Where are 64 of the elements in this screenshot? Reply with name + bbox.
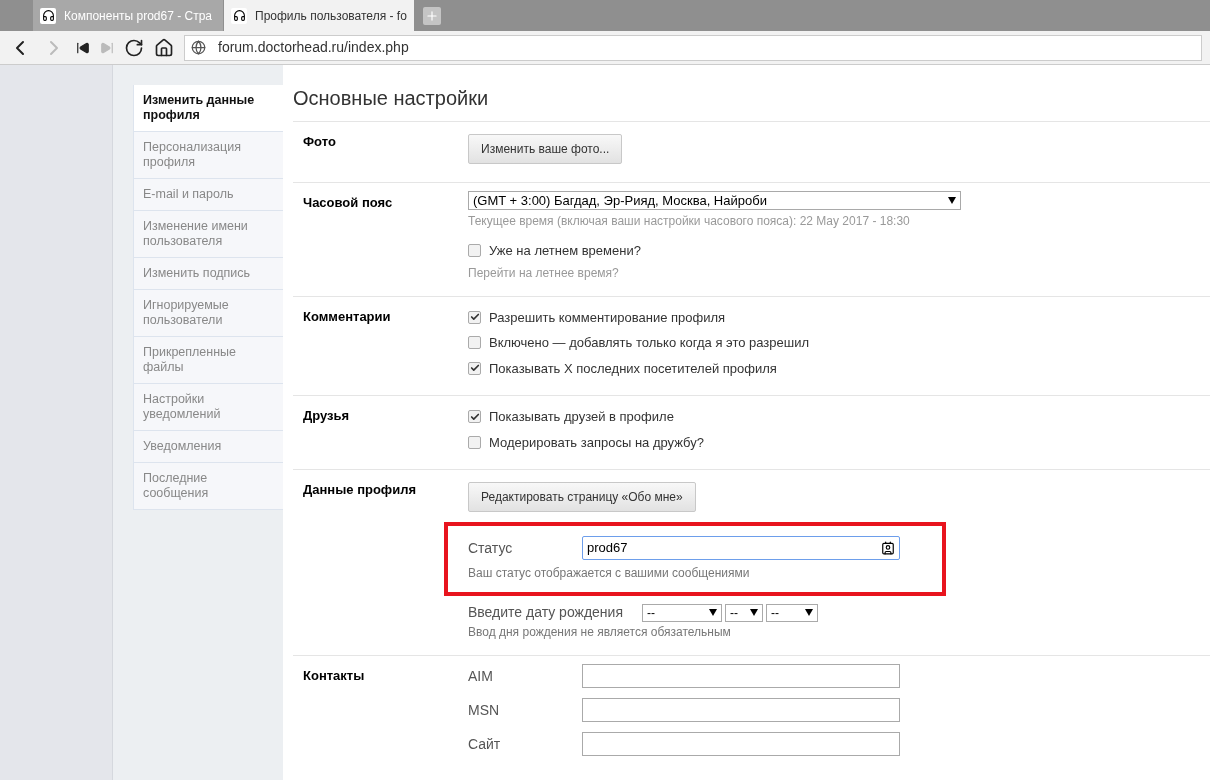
date-select[interactable]: -- bbox=[766, 603, 818, 622]
action-button[interactable]: Изменить ваше фото... bbox=[468, 134, 623, 164]
caret-icon bbox=[948, 197, 956, 204]
hint-text: Ввод дня рождения не является обязательным bbox=[468, 624, 732, 641]
reload-icon[interactable] bbox=[124, 37, 144, 58]
sidebar-item[interactable]: Изменение имени пользователя bbox=[134, 211, 283, 258]
field-label: AIM bbox=[468, 666, 494, 686]
sidebar-item[interactable]: Настройки уведомлений bbox=[134, 384, 283, 431]
sidebar-item[interactable]: Прикрепленные файлы bbox=[134, 337, 283, 384]
text-field[interactable] bbox=[582, 732, 900, 756]
checkbox-label: Разрешить комментирование профиля bbox=[489, 308, 726, 327]
timezone-select[interactable]: (GMT + 3:00) Багдад, Эр-Рияд, Москва, Найроби bbox=[468, 191, 961, 210]
sidebar-item[interactable]: Изменить подпись bbox=[134, 258, 283, 290]
page-title: Основные настройки bbox=[293, 83, 1210, 122]
sidebar-item[interactable]: E-mail и пароль bbox=[134, 179, 283, 211]
checkbox[interactable] bbox=[468, 361, 481, 375]
action-button[interactable]: Редактировать страницу «Обо мне» bbox=[468, 482, 696, 512]
home-icon[interactable] bbox=[154, 37, 174, 58]
sidebar-item[interactable]: Персонализация профиля bbox=[134, 132, 283, 179]
address-field[interactable]: forum.doctorhead.ru/index.php bbox=[184, 34, 1202, 61]
checkbox[interactable] bbox=[468, 410, 481, 424]
sidebar-item[interactable]: Уведомления bbox=[134, 431, 283, 463]
contact-card-icon[interactable] bbox=[881, 541, 895, 555]
hint-link[interactable]: Перейти на летнее время? bbox=[468, 263, 961, 282]
text-field[interactable]: prod67 bbox=[582, 536, 900, 560]
headphones-icon bbox=[40, 7, 56, 24]
hint-text: Ваш статус отображается с вашими сообщениями bbox=[468, 565, 751, 582]
section-label: Друзья bbox=[302, 407, 351, 425]
skip-forward-icon[interactable] bbox=[100, 40, 114, 55]
new-tab-icon[interactable] bbox=[423, 7, 441, 25]
field-label: Статус bbox=[468, 538, 514, 558]
section-label: Часовой пояс bbox=[302, 194, 394, 212]
checkbox[interactable] bbox=[468, 310, 481, 324]
date-select[interactable]: -- bbox=[642, 603, 722, 622]
field-label: Сайт bbox=[468, 734, 502, 754]
checkbox-label: Включено — добавлять только когда я это разрешил bbox=[489, 334, 810, 352]
checkbox-label: Модерировать запросы на дружбу? bbox=[489, 433, 704, 452]
globe-icon bbox=[191, 40, 206, 55]
caret-icon bbox=[709, 609, 717, 616]
field-label: MSN bbox=[468, 700, 501, 720]
hint-text: Текущее время (включая ваши настройки часового пояса): 22 May 2017 - 18:30 bbox=[468, 213, 911, 230]
section-label: Фото bbox=[302, 133, 337, 151]
browser-tab[interactable]: Компоненты prod67 - Стра bbox=[33, 0, 223, 31]
sidebar-item[interactable]: Последние сообщения bbox=[134, 463, 283, 510]
text-field[interactable] bbox=[582, 664, 900, 688]
checkbox[interactable] bbox=[468, 336, 481, 350]
date-select[interactable]: -- bbox=[725, 603, 763, 622]
skip-back-icon[interactable] bbox=[76, 40, 90, 55]
sidebar-item[interactable]: Игнорируемые пользователи bbox=[134, 290, 283, 337]
caret-icon bbox=[805, 609, 813, 616]
text-field[interactable] bbox=[582, 698, 900, 722]
checkbox-label: Показывать друзей в профиле bbox=[489, 408, 674, 426]
checkbox-label: Показывать X последних посетителей профиля bbox=[489, 359, 777, 378]
caret-icon bbox=[750, 609, 758, 616]
checkbox[interactable] bbox=[468, 435, 481, 449]
checkbox-label: Уже на летнем времени? bbox=[489, 242, 641, 260]
section-label: Контакты bbox=[302, 667, 366, 685]
sidebar-item[interactable]: Изменить данные профиля bbox=[134, 85, 283, 132]
section-label: Комментарии bbox=[302, 307, 392, 326]
section-label: Данные профиля bbox=[302, 481, 418, 499]
field-label: Введите дату рождения bbox=[468, 603, 623, 622]
headphones-icon bbox=[231, 7, 247, 24]
browser-tab[interactable]: Профиль пользователя - fo bbox=[224, 0, 414, 31]
checkbox[interactable] bbox=[468, 244, 481, 258]
